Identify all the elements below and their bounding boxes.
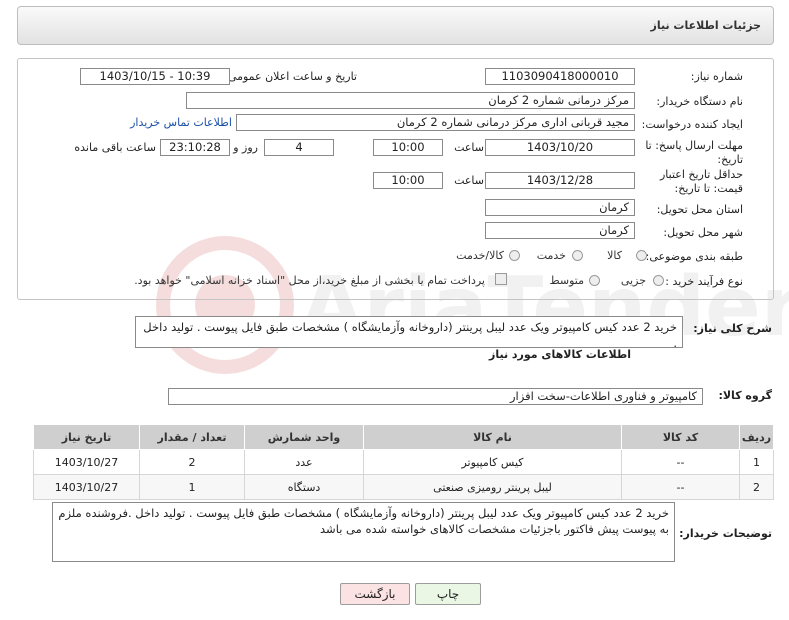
cell-row: 1 [739,449,774,475]
purchase-process-label: نوع فرآیند خرید : [665,275,743,288]
cell-code: -- [621,449,740,475]
days-label: روز و [233,141,258,154]
buyer-org-field: مرکز درمانی شماره 2 کرمان [186,92,635,109]
delivery-city-field: کرمان [485,222,635,239]
response-date-field: 1403/10/20 [485,139,635,156]
response-time-field: 10:00 [373,139,443,156]
buyer-notes-label: توضیحات خریدار: [679,527,772,540]
col-name: نام کالا [363,424,622,450]
header-panel: جزئیات اطلاعات نیاز [17,6,774,45]
category-goods-radio[interactable] [636,250,647,261]
buyer-org-label: نام دستگاه خریدار: [656,95,743,108]
goods-table: ردیف کد کالا نام کالا واحد شمارش تعداد /… [33,424,774,500]
process-medium-radio[interactable] [589,275,600,286]
treasury-payment-note: پرداخت تمام یا بخشی از مبلغ خرید،از محل … [134,274,485,287]
cell-date: 1403/10/27 [33,449,140,475]
price-validity-date-field: 1403/12/28 [485,172,635,189]
process-minor-radio[interactable] [653,275,664,286]
print-button[interactable]: چاپ [415,583,481,605]
cell-qty: 2 [139,449,245,475]
cell-code: -- [621,474,740,500]
cell-unit: دستگاه [244,474,364,500]
buyer-notes-textarea: خرید 2 عدد کیس کامپیوتر ویک عدد لیبل پری… [52,502,675,562]
goods-group-label: گروه کالا: [718,389,772,402]
announce-datetime-field: 1403/10/15 - 10:39 [80,68,230,85]
cell-unit: عدد [244,449,364,475]
need-number-label: شماره نیاز: [690,70,743,83]
goods-table-header: ردیف کد کالا نام کالا واحد شمارش تعداد /… [33,424,774,450]
need-number-field: 1103090418000010 [485,68,635,85]
summary-label: شرح کلی نیاز: [693,322,772,335]
table-row: 2 -- لیبل پرینتر رومیزی صنعتی دستگاه 1 1… [33,474,774,500]
requester-label: ایجاد کننده درخواست: [641,118,743,131]
announce-datetime-label: تاریخ و ساعت اعلان عمومی: [224,70,357,83]
col-unit: واحد شمارش [244,424,364,450]
remaining-time-label: ساعت باقی مانده [74,141,156,154]
cell-qty: 1 [139,474,245,500]
col-date: تاریخ نیاز [33,424,140,450]
col-qty: تعداد / مقدار [139,424,245,450]
delivery-province-label: استان محل تحویل: [656,203,743,216]
cell-row: 2 [739,474,774,500]
page-title: جزئیات اطلاعات نیاز [650,19,762,32]
delivery-city-label: شهر محل تحویل: [663,226,743,239]
delivery-province-field: کرمان [485,199,635,216]
cell-name: لیبل پرینتر رومیزی صنعتی [363,474,622,500]
days-remaining-field: 4 [264,139,334,156]
treasury-payment-checkbox[interactable] [495,273,507,285]
category-goods-service-radio[interactable] [509,250,520,261]
cell-name: کیس کامپیوتر [363,449,622,475]
col-code: کد کالا [621,424,740,450]
remaining-time-field: 23:10:28 [160,139,230,156]
category-goods-label: کالا [607,249,622,262]
process-medium-label: متوسط [549,274,584,287]
category-service-radio[interactable] [572,250,583,261]
col-row: ردیف [739,424,774,450]
category-goods-service-label: کالا/خدمت [456,249,504,262]
goods-info-title: اطلاعات کالاهای مورد نیاز [489,348,631,361]
back-button[interactable]: بازگشت [340,583,410,605]
price-validity-label: حداقل تاریخ اعتبار قیمت: تا تاریخ: [659,168,743,195]
cell-date: 1403/10/27 [33,474,140,500]
price-validity-time-label: ساعت [454,174,484,187]
process-minor-label: جزیی [620,274,646,287]
price-validity-time-field: 10:00 [373,172,443,189]
table-row: 1 -- کیس کامپیوتر عدد 2 1403/10/27 [33,449,774,475]
response-time-label: ساعت [454,141,484,154]
summary-textarea: خرید 2 عدد کیس کامپیوتر ویک عدد لیبل پری… [135,316,683,350]
response-deadline-label: مهلت ارسال پاسخ: تا تاریخ: [645,139,743,166]
buyer-contact-link[interactable]: اطلاعات تماس خریدار [130,116,232,129]
requester-field: مجید قربانی اداری مرکز درمانی شماره 2 کر… [236,114,635,131]
category-service-label: خدمت [536,249,566,262]
goods-group-field: کامپیوتر و فناوری اطلاعات-سخت افزار [168,388,703,405]
category-label: طبقه بندی موضوعی: [645,250,743,263]
